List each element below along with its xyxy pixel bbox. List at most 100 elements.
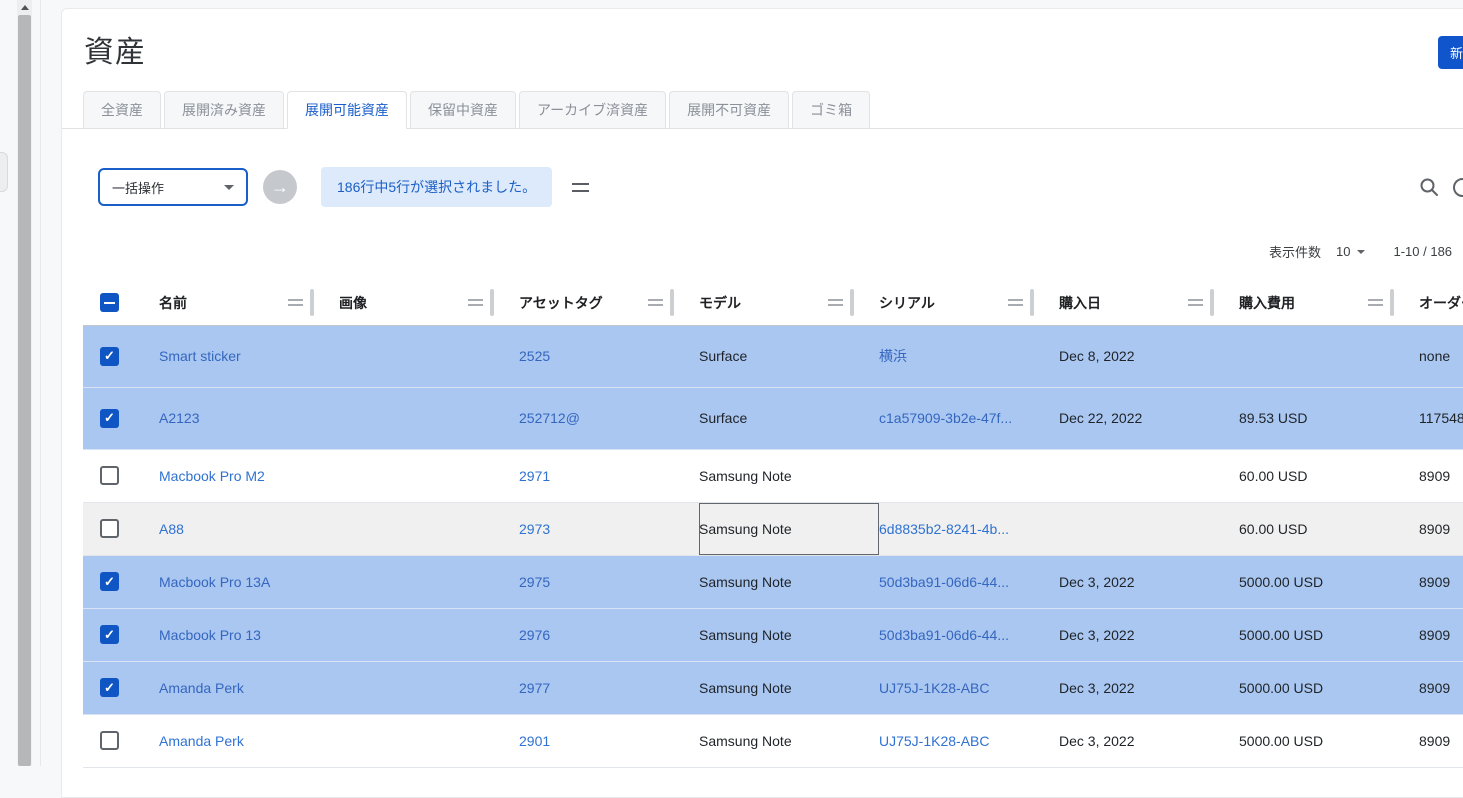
table-row: A882973Samsung Note6d8835b2-8241-4b...60… (83, 502, 1463, 555)
column-resize-handle[interactable] (1390, 289, 1394, 316)
row-checkbox[interactable]: ✓ (100, 572, 119, 591)
name-link[interactable]: Macbook Pro 13A (159, 574, 270, 590)
cell-purchase-cost: 89.53 USD (1239, 387, 1419, 449)
page-size-select[interactable]: 10 (1336, 244, 1365, 259)
scrollbar-up-arrow-icon[interactable] (17, 0, 32, 15)
column-resize-handle[interactable] (490, 289, 494, 316)
asset-tag-link[interactable]: 2977 (519, 680, 550, 696)
bulk-action-go-button[interactable]: → (263, 170, 297, 204)
asset-tag-link[interactable]: 2976 (519, 627, 550, 643)
tab-deployable-assets[interactable]: 展開可能資産 (287, 91, 407, 129)
row-checkbox[interactable] (100, 519, 119, 538)
bulk-action-select[interactable]: 一括操作 (98, 168, 248, 206)
asset-tag-link[interactable]: 252712@ (519, 410, 580, 426)
tab-undeployable-assets[interactable]: 展開不可資産 (669, 91, 789, 128)
cell-purchase-date: Dec 3, 2022 (1059, 714, 1239, 767)
cell-purchase-date: Dec 8, 2022 (1059, 325, 1239, 387)
create-new-button[interactable]: 新規作成 (1438, 36, 1463, 69)
cell-purchase-date (1059, 502, 1239, 555)
cell-order: none (1419, 325, 1463, 387)
cell-name: Macbook Pro 13 (159, 608, 339, 661)
column-label: 購入日 (1059, 293, 1101, 313)
table-row: ✓ Amanda Perk 2977 Samsung NoteUJ75J-1K28-A… (83, 661, 1463, 714)
sort-icon[interactable] (1368, 299, 1383, 306)
serial-link[interactable]: 50d3ba91-06d6-44... (879, 627, 1009, 643)
arrow-right-icon: → (271, 177, 289, 198)
tab-all-assets[interactable]: 全資産 (83, 91, 161, 128)
cell-checkbox: ✓ (83, 555, 159, 608)
cell-purchase-date (1059, 449, 1239, 502)
sort-icon[interactable] (1008, 299, 1023, 306)
asset-tag-link[interactable]: 2973 (519, 521, 550, 537)
row-checkbox[interactable]: ✓ (100, 625, 119, 644)
column-label: オーダー (1419, 293, 1463, 313)
column-resize-handle[interactable] (1210, 289, 1214, 316)
refresh-icon[interactable] (1453, 178, 1463, 197)
cell-order: 8909 (1419, 608, 1463, 661)
column-resize-handle[interactable] (310, 289, 314, 316)
cell-serial: 横浜 (879, 325, 1059, 387)
sort-icon[interactable] (1188, 299, 1203, 306)
cell-name: Smart sticker (159, 325, 339, 387)
cell-checkbox (83, 714, 159, 767)
cell-checkbox: ✓ (83, 387, 159, 449)
name-link[interactable]: Amanda Perk (159, 680, 244, 696)
asset-tag-link[interactable]: 2525 (519, 348, 550, 364)
name-link[interactable]: Macbook Pro 13 (159, 627, 261, 643)
column-header-image[interactable]: 画像 (339, 281, 519, 325)
tab-trash[interactable]: ゴミ箱 (792, 91, 870, 128)
cell-purchase-cost: 5000.00 USD (1239, 714, 1419, 767)
cell-purchase-date: Dec 22, 2022 (1059, 387, 1239, 449)
sort-icon[interactable] (468, 299, 483, 306)
name-link[interactable]: Smart sticker (159, 348, 241, 364)
column-resize-handle[interactable] (1030, 289, 1034, 316)
serial-link[interactable]: 50d3ba91-06d6-44... (879, 574, 1009, 590)
asset-tag-link[interactable]: 2971 (519, 468, 550, 484)
select-all-checkbox[interactable] (100, 293, 119, 312)
serial-link[interactable]: UJ75J-1K28-ABC (879, 733, 990, 749)
search-icon[interactable] (1419, 177, 1439, 202)
row-checkbox[interactable]: ✓ (100, 409, 119, 428)
gutter-divider (40, 0, 41, 766)
column-header-purchase-cost[interactable]: 購入費用 (1239, 281, 1419, 325)
sort-icon[interactable] (648, 299, 663, 306)
cell-image (339, 555, 519, 608)
name-link[interactable]: A88 (159, 521, 184, 537)
column-header-model[interactable]: モデル (699, 281, 879, 325)
cell-checkbox (83, 449, 159, 502)
lines-icon[interactable] (572, 183, 589, 192)
column-header-purchase-date[interactable]: 購入日 (1059, 281, 1239, 325)
column-resize-handle[interactable] (850, 289, 854, 316)
tab-pending-assets[interactable]: 保留中資産 (410, 91, 516, 128)
cell-model: Samsung Note (699, 661, 879, 714)
column-header-serial[interactable]: シリアル (879, 281, 1059, 325)
serial-link[interactable]: 横浜 (879, 348, 907, 364)
sort-icon[interactable] (828, 299, 843, 306)
left-edge-handle[interactable] (0, 152, 8, 192)
toolbar: 一括操作 → 186行中5行が選択されました。 (98, 167, 589, 207)
sort-icon[interactable] (288, 299, 303, 306)
column-resize-handle[interactable] (670, 289, 674, 316)
name-link[interactable]: A2123 (159, 410, 199, 426)
column-header-order-number[interactable]: オーダー (1419, 281, 1463, 325)
name-link[interactable]: Macbook Pro M2 (159, 468, 265, 484)
asset-tag-link[interactable]: 2975 (519, 574, 550, 590)
serial-link[interactable]: UJ75J-1K28-ABC (879, 680, 990, 696)
serial-link[interactable]: c1a57909-3b2e-47f... (879, 410, 1012, 426)
tab-archived-assets[interactable]: アーカイブ済資産 (519, 91, 666, 128)
cell-purchase-cost: 5000.00 USD (1239, 661, 1419, 714)
serial-link[interactable]: 6d8835b2-8241-4b... (879, 521, 1009, 537)
chevron-down-icon (224, 185, 234, 190)
left-scrollbar-thumb[interactable] (18, 15, 31, 766)
row-checkbox[interactable]: ✓ (100, 678, 119, 697)
asset-tag-link[interactable]: 2901 (519, 733, 550, 749)
cell-serial: 50d3ba91-06d6-44... (879, 608, 1059, 661)
row-checkbox[interactable] (100, 466, 119, 485)
row-checkbox[interactable] (100, 731, 119, 750)
row-checkbox[interactable]: ✓ (100, 347, 119, 366)
table-row: ✓Smart sticker2525Surface横浜Dec 8, 2022no… (83, 325, 1463, 387)
name-link[interactable]: Amanda Perk (159, 733, 244, 749)
column-header-asset-tag[interactable]: アセットタグ (519, 281, 699, 325)
tab-deployed-assets[interactable]: 展開済み資産 (164, 91, 284, 128)
column-header-name[interactable]: 名前 (159, 281, 339, 325)
